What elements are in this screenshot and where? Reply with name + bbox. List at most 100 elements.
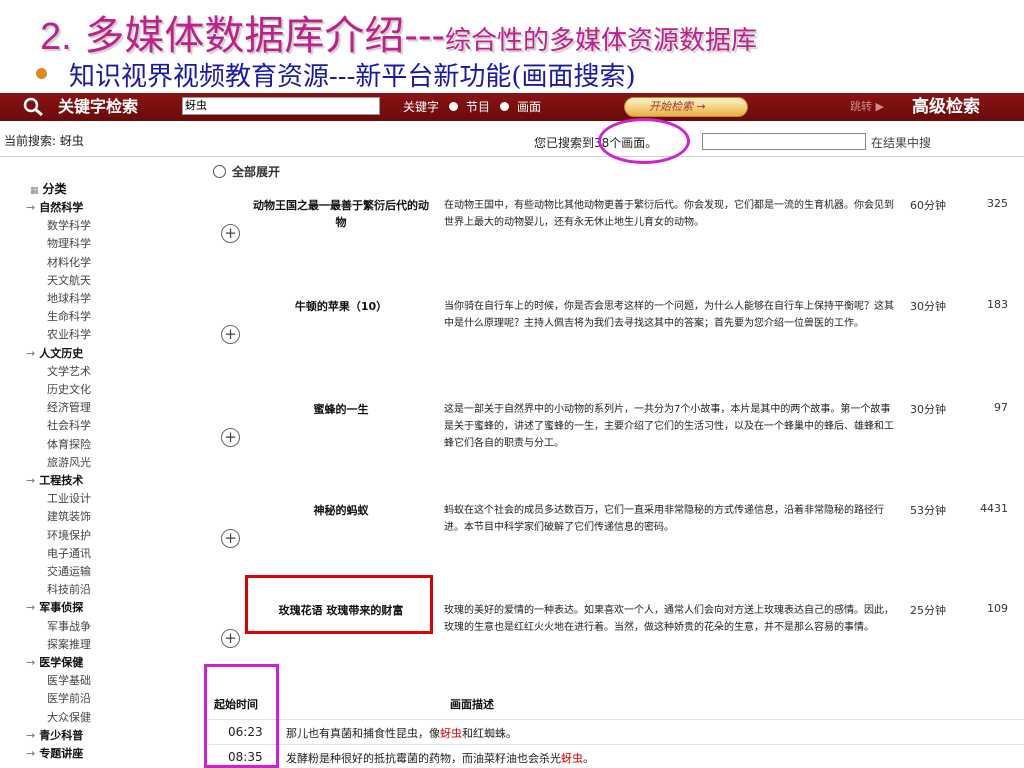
result-title[interactable]: 蜜蜂的一生 bbox=[248, 401, 434, 418]
result-title[interactable]: 牛顿的苹果（10） bbox=[248, 298, 434, 315]
sidebar-item[interactable]: 农业科学 bbox=[47, 326, 91, 344]
row-divider bbox=[208, 744, 1024, 745]
sidebar-group-label: 医学保健 bbox=[39, 656, 84, 669]
expand-plus-icon[interactable]: + bbox=[221, 224, 240, 243]
segment-text: 和红蜘蛛。 bbox=[462, 727, 517, 740]
sidebar-item[interactable]: 探案推理 bbox=[47, 636, 91, 654]
sidebar-group[interactable]: → 军事侦探 bbox=[26, 599, 83, 617]
slide-title-main: 多媒体数据库介绍 bbox=[71, 13, 405, 59]
sidebar-item[interactable]: 大众保健 bbox=[47, 709, 91, 727]
result-description: 玫瑰的美好的爱情的一种表达。如果喜欢一个人，通常人们会向对方送上玫瑰表达自己的感… bbox=[444, 605, 894, 633]
search-in-results-input[interactable] bbox=[702, 133, 866, 150]
sidebar-item[interactable]: 工业设计 bbox=[47, 490, 91, 508]
sidebar-item[interactable]: 社会科学 bbox=[47, 417, 91, 435]
search-bar: 关键字检索 蚜虫 关键字 节目 画面 开始检索 → 跳转 ▶ 高级检索 bbox=[0, 93, 1024, 121]
highlight-ellipse bbox=[598, 118, 690, 164]
slide-bullet: 知识视界视频教育资源---新平台新功能(画面搜索) bbox=[36, 60, 636, 94]
sidebar-item[interactable]: 数学科学 bbox=[47, 217, 91, 235]
slide-title: 2. 多媒体数据库介绍---综合性的多媒体资源数据库 bbox=[40, 12, 757, 60]
start-search-button[interactable]: 开始检索 → bbox=[624, 97, 748, 117]
keyword-highlight: 蚜虫 bbox=[561, 752, 583, 765]
sidebar-group[interactable]: → 青少科普 bbox=[26, 727, 83, 745]
segment-text: 那儿也有真菌和捕食性昆虫，像 bbox=[286, 727, 440, 740]
expand-plus-icon[interactable]: + bbox=[221, 629, 240, 648]
expand-all-toggle[interactable]: 全部展开 bbox=[213, 163, 280, 180]
jump-label: 跳转 bbox=[850, 100, 872, 113]
expand-all-label: 全部展开 bbox=[232, 165, 281, 179]
sidebar-group-label: 自然科学 bbox=[39, 201, 84, 214]
sidebar-group[interactable]: → 专题讲座 bbox=[26, 745, 83, 763]
radio-label-keyword: 关键字 bbox=[403, 100, 440, 114]
bullet-text: 知识视界视频教育资源---新平台新功能(画面搜索) bbox=[69, 62, 636, 92]
highlight-box-red bbox=[245, 575, 433, 634]
arrow-icon: → bbox=[26, 201, 36, 214]
sidebar-item[interactable]: 科技前沿 bbox=[47, 581, 91, 599]
sidebar-item[interactable]: 材料化学 bbox=[47, 254, 91, 272]
arrow-icon: → bbox=[26, 656, 36, 669]
current-search: 当前搜索: 蚜虫 bbox=[4, 134, 84, 148]
expand-plus-icon[interactable]: + bbox=[221, 428, 240, 447]
sidebar-item[interactable]: 医学基础 bbox=[47, 672, 91, 690]
search-type-options: 关键字 节目 画面 bbox=[403, 93, 541, 121]
sidebar-group[interactable]: → 人文历史 bbox=[26, 345, 83, 363]
sidebar-group[interactable]: → 工程技术 bbox=[26, 472, 83, 490]
result-title[interactable]: 动物王国之最一最善于繁衍后代的动物 bbox=[248, 197, 434, 231]
arrow-icon: → bbox=[26, 346, 36, 360]
result-count: 109 bbox=[987, 602, 1008, 615]
sidebar-item[interactable]: 地球科学 bbox=[47, 290, 91, 308]
sidebar-item[interactable]: 环境保护 bbox=[47, 527, 91, 545]
slide-title-number: 2. bbox=[40, 16, 72, 58]
radio-program[interactable] bbox=[500, 102, 510, 111]
sidebar-item[interactable]: 经济管理 bbox=[47, 399, 91, 417]
search-input[interactable]: 蚜虫 bbox=[182, 97, 380, 115]
sidebar-item[interactable]: 旅游风光 bbox=[47, 454, 91, 472]
sidebar-item[interactable]: 体育探险 bbox=[47, 436, 91, 454]
grid-icon: ▦ bbox=[30, 186, 39, 196]
sidebar-item[interactable]: 文学艺术 bbox=[47, 363, 91, 381]
sidebar-item[interactable]: 军事战争 bbox=[47, 618, 91, 636]
segment-description[interactable]: 发酵粉是种很好的抵抗霉菌的药物，而油菜籽油也会杀光蚜虫。 bbox=[286, 750, 594, 766]
segment-description[interactable]: 那儿也有真菌和捕食性昆虫，像蚜虫和红蜘蛛。 bbox=[286, 725, 517, 741]
expand-plus-icon[interactable]: + bbox=[221, 529, 240, 548]
sidebar-group-label: 人文历史 bbox=[39, 346, 84, 360]
sidebar-item[interactable]: 天文航天 bbox=[47, 272, 91, 290]
result-duration: 53分钟 bbox=[910, 504, 946, 517]
sidebar-group-label: 工程技术 bbox=[39, 474, 84, 487]
sidebar-item[interactable]: 医学前沿 bbox=[47, 690, 91, 708]
arrow-icon: → bbox=[26, 747, 36, 760]
radio-keyword[interactable] bbox=[449, 102, 459, 111]
result-duration: 30分钟 bbox=[910, 403, 946, 416]
bullet-icon bbox=[36, 68, 47, 79]
sidebar-item[interactable]: 物理科学 bbox=[47, 235, 91, 253]
result-duration: 60分钟 bbox=[910, 199, 946, 212]
radio-label-program: 节目 bbox=[466, 100, 491, 114]
sidebar-group[interactable]: → 自然科学 bbox=[26, 199, 83, 217]
sidebar-item[interactable]: 生命科学 bbox=[47, 308, 91, 326]
sidebar-item[interactable]: 建筑装饰 bbox=[47, 508, 91, 526]
search-in-results-label[interactable]: 在结果中搜 bbox=[871, 134, 931, 151]
col-frame-desc: 画面描述 bbox=[450, 698, 494, 711]
sidebar-item[interactable]: 电子通讯 bbox=[47, 545, 91, 563]
sidebar-group-label: 青少科普 bbox=[39, 728, 84, 742]
circle-icon bbox=[213, 165, 226, 178]
divider bbox=[0, 156, 1024, 157]
result-count: 325 bbox=[987, 197, 1008, 210]
result-count: 97 bbox=[994, 401, 1008, 414]
result-description: 这是一部关于自然界中的小动物的系列片，一共分为7个小故事，本片是其中的两个故事。… bbox=[444, 404, 894, 449]
search-title: 关键字检索 bbox=[58, 97, 139, 116]
expand-plus-icon[interactable]: + bbox=[221, 325, 240, 344]
sidebar-group[interactable]: → 医学保健 bbox=[26, 654, 83, 672]
sidebar-item[interactable]: 交通运输 bbox=[47, 563, 91, 581]
advanced-search-link[interactable]: 高级检索 bbox=[912, 93, 980, 121]
jump-link[interactable]: 跳转 ▶ bbox=[850, 93, 884, 121]
result-duration: 30分钟 bbox=[910, 300, 946, 313]
result-duration: 25分钟 bbox=[910, 604, 946, 617]
slide-subtitle: 综合性的多媒体资源数据库 bbox=[444, 26, 757, 56]
sidebar-item[interactable]: 历史文化 bbox=[47, 381, 91, 399]
slide-title-dashes: --- bbox=[404, 13, 445, 59]
result-count: 4431 bbox=[980, 502, 1008, 515]
result-title[interactable]: 神秘的蚂蚁 bbox=[248, 502, 434, 519]
segment-text: 。 bbox=[583, 752, 594, 765]
result-description: 当你骑在自行车上的时候，你是否会思考这样的一个问题，为什么人能够在自行车上保持平… bbox=[444, 301, 894, 329]
arrow-icon: → bbox=[26, 728, 36, 742]
